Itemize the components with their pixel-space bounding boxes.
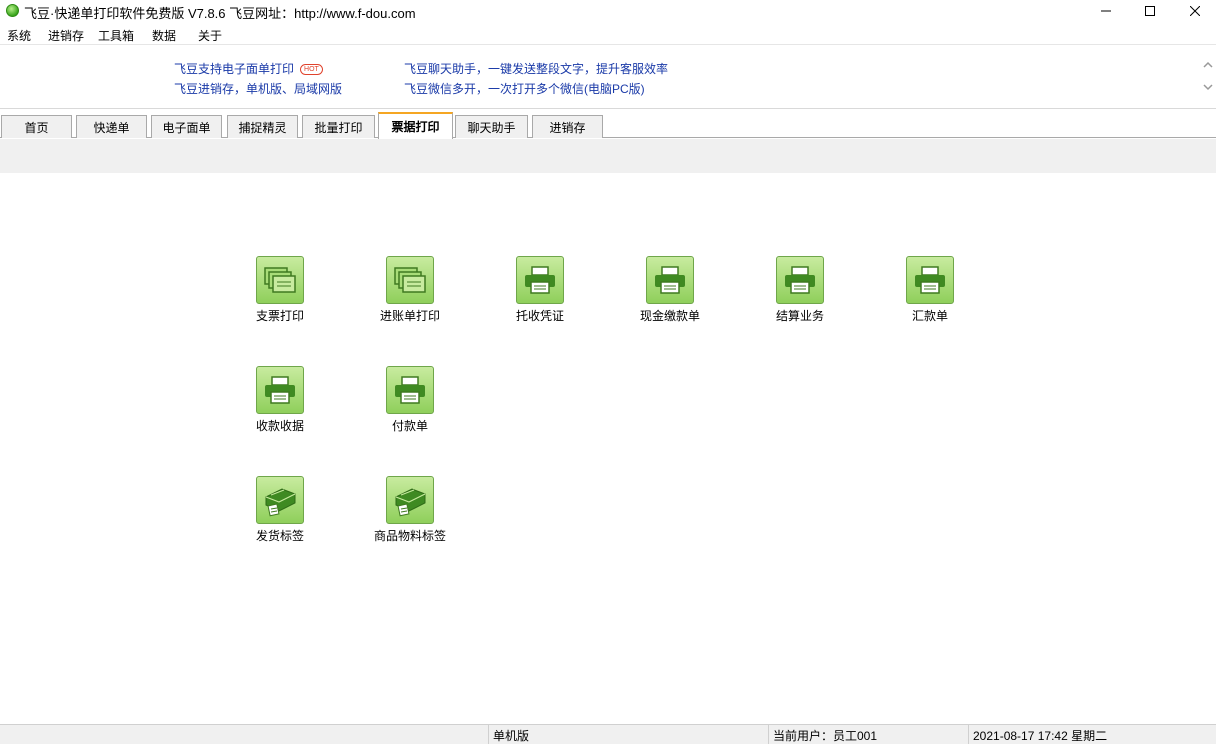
tile-label: 进账单打印 <box>379 309 440 323</box>
tile-label: 托收凭证 <box>515 309 564 323</box>
status-mode: 单机版 <box>488 725 768 744</box>
tile-deposit-print[interactable]: 进账单打印 <box>355 256 465 324</box>
menu-about[interactable]: 关于 <box>198 27 222 44</box>
tile-receipt[interactable]: 收款收据 <box>225 366 335 434</box>
menu-inventory[interactable]: 进销存 <box>48 27 84 44</box>
tile-label: 支票打印 <box>255 309 304 323</box>
menu-toolbox[interactable]: 工具箱 <box>98 27 134 44</box>
label-printer-icon <box>256 476 304 524</box>
tab-home[interactable]: 首页 <box>1 115 72 138</box>
tab-capture[interactable]: 捕捉精灵 <box>227 115 298 138</box>
minimize-icon <box>1101 10 1111 12</box>
menu-bar: 系统 进销存 工具箱 数据 关于 <box>0 24 1216 44</box>
tile-label: 付款单 <box>391 419 428 433</box>
tile-cheque-print[interactable]: 支票打印 <box>225 256 335 324</box>
tile-goods-label[interactable]: 商品物料标签 <box>355 476 465 544</box>
tab-chat-helper[interactable]: 聊天助手 <box>455 115 528 138</box>
stack-printer-icon <box>256 256 304 304</box>
tile-label: 商品物料标签 <box>373 529 446 543</box>
banner-link-eface[interactable]: 飞豆支持电子面单打印 HOT <box>174 60 323 77</box>
tile-collection-voucher[interactable]: 托收凭证 <box>485 256 595 324</box>
tab-inventory[interactable]: 进销存 <box>532 115 603 138</box>
tab-eface[interactable]: 电子面单 <box>151 115 222 138</box>
menu-data[interactable]: 数据 <box>152 27 176 44</box>
chevron-down-icon[interactable] <box>1202 81 1214 93</box>
title-bar: 飞豆·快递单打印软件免费版 V7.8.6 飞豆网址：http://www.f-d… <box>0 0 1216 22</box>
hot-badge: HOT <box>300 64 323 75</box>
tile-label: 现金缴款单 <box>639 309 700 323</box>
menu-system[interactable]: 系统 <box>7 27 31 44</box>
close-button[interactable] <box>1172 0 1216 22</box>
tile-label: 发货标签 <box>255 529 304 543</box>
maximize-button[interactable] <box>1127 0 1173 22</box>
minimize-button[interactable] <box>1083 0 1129 22</box>
printer-icon <box>906 256 954 304</box>
printer-icon <box>386 366 434 414</box>
printer-icon <box>776 256 824 304</box>
tile-shipping-label[interactable]: 发货标签 <box>225 476 335 544</box>
banner-link-chat[interactable]: 飞豆聊天助手，一键发送整段文字，提升客服效率 <box>404 60 668 77</box>
banner-link-wechat[interactable]: 飞豆微信多开，一次打开多个微信(电脑PC版) <box>404 80 645 97</box>
tile-label: 结算业务 <box>775 309 824 323</box>
promo-banner: 飞豆支持电子面单打印 HOT 飞豆进销存，单机版、局域网版 飞豆聊天助手，一键发送… <box>0 44 1216 108</box>
maximize-icon <box>1145 6 1155 16</box>
toolbar-band <box>0 139 1216 173</box>
close-icon <box>1190 6 1200 16</box>
label-printer-icon <box>386 476 434 524</box>
status-datetime: 2021-08-17 17:42 星期二 <box>968 725 1216 744</box>
tile-cash-deposit[interactable]: 现金缴款单 <box>615 256 725 324</box>
tile-payment[interactable]: 付款单 <box>355 366 465 434</box>
tile-remittance[interactable]: 汇款单 <box>875 256 985 324</box>
tab-bill-print[interactable]: 票据打印 <box>378 112 453 139</box>
tab-strip: 首页 快递单 电子面单 捕捉精灵 批量打印 票据打印 聊天助手 进销存 <box>0 108 1216 139</box>
tile-label: 收款收据 <box>255 419 304 433</box>
tile-settlement[interactable]: 结算业务 <box>745 256 855 324</box>
chevron-up-icon[interactable] <box>1202 59 1214 71</box>
tile-label: 汇款单 <box>911 309 948 323</box>
banner-link-eface-label: 飞豆支持电子面单打印 <box>174 62 295 76</box>
window-title: 飞豆·快递单打印软件免费版 V7.8.6 飞豆网址：http://www.f-d… <box>24 6 416 21</box>
tab-batch-print[interactable]: 批量打印 <box>302 115 375 138</box>
app-logo-icon <box>6 4 19 17</box>
tab-express[interactable]: 快递单 <box>76 115 147 138</box>
stack-printer-icon <box>386 256 434 304</box>
banner-link-inventory[interactable]: 飞豆进销存，单机版、局域网版 <box>174 80 342 97</box>
status-user: 当前用户：员工001 <box>768 725 968 744</box>
status-bar: 单机版 当前用户：员工001 2021-08-17 17:42 星期二 <box>0 724 1216 744</box>
printer-icon <box>256 366 304 414</box>
printer-icon <box>516 256 564 304</box>
printer-icon <box>646 256 694 304</box>
